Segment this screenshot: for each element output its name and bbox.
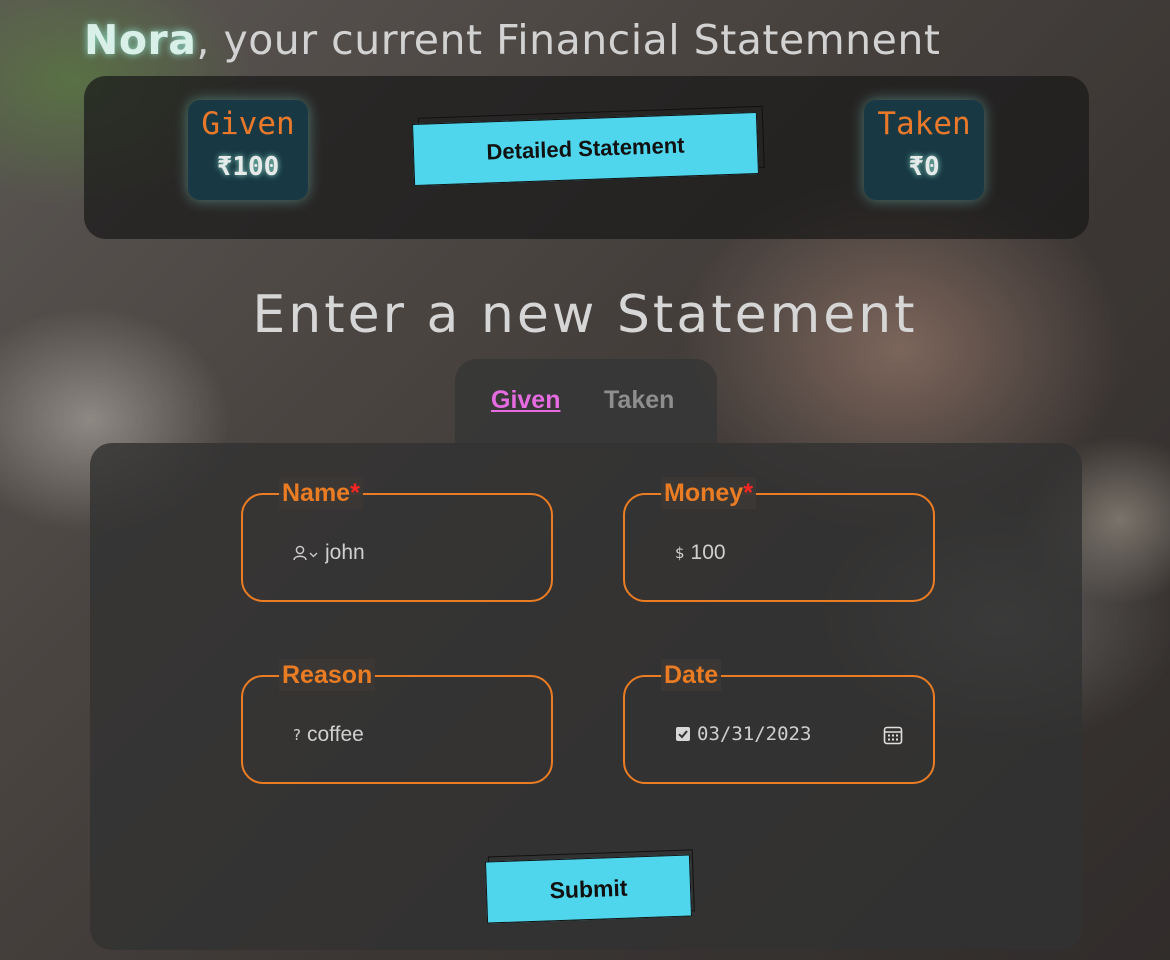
- reason-legend: Reason: [279, 659, 376, 691]
- date-legend: Date: [661, 659, 722, 691]
- money-input[interactable]: [690, 541, 840, 565]
- name-label: Name: [282, 479, 351, 507]
- required-mark: *: [743, 479, 753, 507]
- money-field[interactable]: Money* $: [623, 477, 935, 602]
- name-legend: Name*: [279, 477, 363, 509]
- required-mark: *: [350, 479, 360, 507]
- title-text: , your current Financial Statemnent: [196, 16, 941, 64]
- reason-label: Reason: [282, 661, 373, 689]
- section-title: Enter a new Statement: [252, 285, 918, 345]
- question-icon: ?: [293, 726, 301, 744]
- tab-taken[interactable]: Taken: [604, 386, 674, 415]
- name-input[interactable]: [325, 541, 474, 565]
- user-icon[interactable]: [293, 544, 319, 562]
- given-card: Given ₹100: [188, 100, 308, 200]
- taken-amount: ₹0: [908, 152, 940, 182]
- date-label: Date: [664, 661, 719, 689]
- money-legend: Money*: [661, 477, 756, 509]
- statement-form: Name* Money* $ Reason ? Date: [90, 443, 1082, 950]
- taken-label: Taken: [877, 106, 971, 142]
- submit-label[interactable]: Submit: [484, 854, 693, 924]
- money-input-row: $: [675, 541, 840, 565]
- user-name: Nora: [84, 16, 197, 64]
- detailed-statement-label[interactable]: Detailed Statement: [412, 111, 759, 187]
- summary-panel: Given ₹100 Detailed Statement Taken ₹0: [84, 76, 1089, 239]
- given-amount: ₹100: [216, 152, 280, 182]
- money-label: Money: [664, 479, 744, 507]
- detailed-statement-button[interactable]: Detailed Statement: [412, 105, 765, 187]
- dollar-icon: $: [675, 544, 685, 562]
- calendar-icon[interactable]: [883, 725, 903, 749]
- submit-button[interactable]: Submit: [484, 849, 695, 924]
- taken-card: Taken ₹0: [864, 100, 984, 200]
- name-input-row: [293, 541, 474, 565]
- date-field[interactable]: Date: [623, 659, 935, 784]
- reason-input[interactable]: [306, 723, 456, 747]
- name-field[interactable]: Name*: [241, 477, 553, 602]
- date-input-row: [675, 723, 836, 745]
- page-title: Nora, your current Financial Statemnent: [84, 16, 940, 64]
- reason-input-row: ?: [293, 723, 456, 747]
- given-label: Given: [201, 106, 295, 142]
- tab-given[interactable]: Given: [491, 386, 560, 415]
- date-input[interactable]: [697, 723, 836, 745]
- reason-field[interactable]: Reason ?: [241, 659, 553, 784]
- checkbox-icon[interactable]: [675, 726, 691, 742]
- tab-strip: Given Taken: [455, 359, 717, 449]
